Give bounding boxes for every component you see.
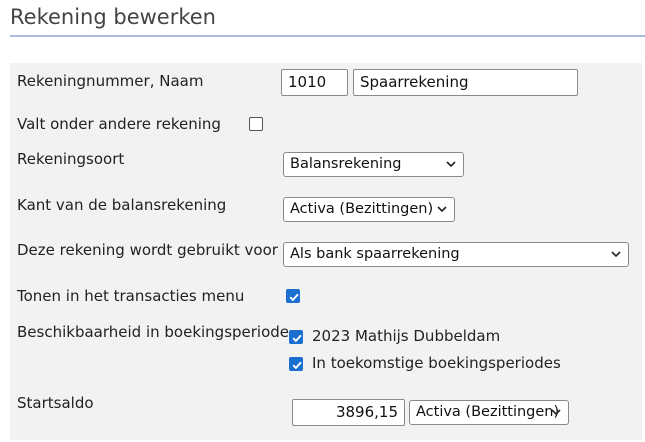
show-in-menu-label: Tonen in het transacties menu bbox=[17, 287, 245, 305]
checkmark-icon bbox=[292, 361, 302, 370]
account-type-label: Rekeningsoort bbox=[17, 150, 125, 168]
usage-select[interactable]: Als bank spaarrekening bbox=[283, 242, 629, 267]
availability-option-current-period: 2023 Mathijs Dubbeldam bbox=[312, 327, 501, 345]
opening-balance-side-value: Activa (Bezittingen) bbox=[416, 404, 560, 420]
checkmark-icon bbox=[289, 293, 299, 302]
parent-account-label: Valt onder andere rekening bbox=[17, 115, 221, 133]
row-account-number-name: Rekeningnummer, Naam 1010 Spaarrekening bbox=[10, 63, 642, 106]
usage-value: Als bank spaarrekening bbox=[290, 246, 460, 262]
show-in-menu-checkbox[interactable] bbox=[286, 289, 300, 303]
chevron-down-icon bbox=[551, 409, 561, 416]
chevron-down-icon bbox=[446, 161, 456, 168]
title-divider bbox=[10, 35, 645, 37]
account-number-name-label: Rekeningnummer, Naam bbox=[17, 72, 204, 90]
balance-side-select[interactable]: Activa (Bezittingen) bbox=[283, 197, 455, 222]
opening-balance-input[interactable]: 3896,15 bbox=[292, 399, 405, 426]
chevron-down-icon bbox=[611, 251, 621, 258]
row-show-in-menu: Tonen in het transacties menu bbox=[10, 277, 642, 314]
page-title: Rekening bewerken bbox=[10, 5, 216, 29]
account-number-input[interactable]: 1010 bbox=[281, 69, 348, 96]
row-usage: Deze rekening wordt gebruikt voor Als ba… bbox=[10, 229, 642, 277]
checkmark-icon bbox=[292, 334, 302, 343]
availability-option-future-periods: In toekomstige boekingsperiodes bbox=[312, 354, 561, 372]
opening-balance-side-select[interactable]: Activa (Bezittingen) bbox=[409, 400, 569, 425]
availability-checkbox-current-period[interactable] bbox=[289, 330, 303, 344]
opening-balance-label: Startsaldo bbox=[17, 394, 94, 412]
availability-checkbox-future-periods[interactable] bbox=[289, 357, 303, 371]
chevron-down-icon bbox=[437, 206, 447, 213]
row-opening-balance: Startsaldo 3896,15 Activa (Bezittingen) bbox=[10, 384, 642, 440]
row-balance-side: Kant van de balansrekening Activa (Bezit… bbox=[10, 184, 642, 229]
balance-side-value: Activa (Bezittingen) bbox=[290, 201, 434, 217]
parent-account-checkbox[interactable] bbox=[249, 117, 263, 131]
row-parent-account: Valt onder andere rekening bbox=[10, 106, 642, 141]
account-type-select[interactable]: Balansrekening bbox=[283, 152, 464, 177]
availability-label: Beschikbaarheid in boekingsperiode bbox=[17, 323, 290, 341]
row-availability: Beschikbaarheid in boekingsperiode bbox=[10, 314, 642, 384]
row-account-type: Rekeningsoort Balansrekening bbox=[10, 141, 642, 184]
balance-side-label: Kant van de balansrekening bbox=[17, 196, 227, 214]
account-type-value: Balansrekening bbox=[290, 156, 402, 172]
usage-label: Deze rekening wordt gebruikt voor bbox=[17, 241, 278, 259]
account-name-input[interactable]: Spaarrekening bbox=[353, 69, 578, 96]
